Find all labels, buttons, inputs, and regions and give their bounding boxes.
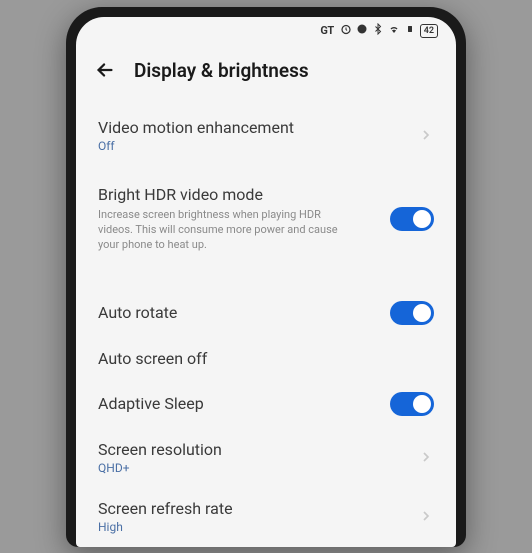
setting-value: High <box>98 520 418 534</box>
chevron-right-icon <box>418 127 434 143</box>
phone-frame: GT 42 Display & brightness <box>66 7 466 547</box>
setting-content: Auto screen off <box>98 349 434 368</box>
bluetooth-icon <box>372 23 384 38</box>
setting-title: Screen resolution <box>98 440 418 459</box>
header: Display & brightness <box>76 45 456 102</box>
setting-content: Auto rotate <box>98 303 390 322</box>
battery-icon: 42 <box>420 24 438 38</box>
alarm-icon <box>340 23 352 38</box>
vibrate-icon <box>404 23 416 38</box>
setting-value: QHD+ <box>98 461 418 475</box>
setting-title: Auto rotate <box>98 303 390 322</box>
setting-content: Adaptive Sleep <box>98 394 390 413</box>
setting-content: Bright HDR video mode Increase screen br… <box>98 185 390 253</box>
setting-title: Adaptive Sleep <box>98 394 390 413</box>
screen: GT 42 Display & brightness <box>76 17 456 547</box>
do-not-disturb-icon <box>356 23 368 38</box>
setting-content: Video motion enhancement Off <box>98 118 418 153</box>
setting-video-motion-enhancement[interactable]: Video motion enhancement Off <box>98 102 434 169</box>
setting-adaptive-sleep[interactable]: Adaptive Sleep <box>98 380 434 428</box>
setting-auto-screen-off[interactable]: Auto screen off <box>98 337 434 380</box>
setting-screen-resolution[interactable]: Screen resolution QHD+ <box>98 428 434 487</box>
back-arrow-icon[interactable] <box>94 59 116 81</box>
setting-title: Bright HDR video mode <box>98 185 390 204</box>
setting-auto-rotate[interactable]: Auto rotate <box>98 289 434 337</box>
setting-bright-hdr-video-mode[interactable]: Bright HDR video mode Increase screen br… <box>98 169 434 269</box>
setting-description: Increase screen brightness when playing … <box>98 207 358 253</box>
page-title: Display & brightness <box>134 59 309 82</box>
setting-title: Auto screen off <box>98 349 434 368</box>
setting-title: Screen refresh rate <box>98 499 418 518</box>
chevron-right-icon <box>418 449 434 465</box>
setting-content: Screen refresh rate High <box>98 499 418 534</box>
setting-screen-refresh-rate[interactable]: Screen refresh rate High <box>98 487 434 546</box>
spacer <box>98 269 434 289</box>
status-bar: GT 42 <box>76 17 456 45</box>
setting-status: Off <box>98 139 418 153</box>
setting-content: Screen resolution QHD+ <box>98 440 418 475</box>
toggle-auto-rotate[interactable] <box>390 301 434 325</box>
toggle-bright-hdr[interactable] <box>390 207 434 231</box>
gt-label: GT <box>320 24 333 37</box>
wifi-icon <box>388 23 400 38</box>
settings-list: Video motion enhancement Off Bright HDR … <box>76 102 456 547</box>
chevron-right-icon <box>418 508 434 524</box>
toggle-adaptive-sleep[interactable] <box>390 392 434 416</box>
setting-title: Video motion enhancement <box>98 118 418 137</box>
